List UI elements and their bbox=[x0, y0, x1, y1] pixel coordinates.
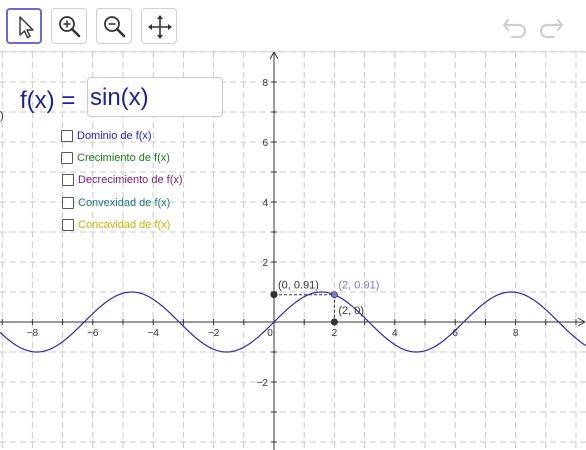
checkbox-label: Concavidad de f(x) bbox=[78, 219, 171, 231]
y-tick-label: 2 bbox=[262, 258, 268, 269]
point-label: (2, 0.91) bbox=[338, 280, 379, 292]
zoom-out-icon bbox=[104, 16, 126, 38]
point-label: (0, 0.91) bbox=[278, 280, 319, 292]
checkbox-label: Decrecimiento de f(x) bbox=[78, 174, 183, 186]
checkbox-label: Crecimiento de f(x) bbox=[77, 152, 170, 164]
checkbox-row[interactable]: Concavidad de f(x) bbox=[62, 217, 170, 233]
graph-point[interactable] bbox=[330, 291, 338, 299]
graph-point[interactable] bbox=[330, 318, 338, 326]
x-tick-label: 4 bbox=[392, 328, 398, 339]
move-view-button[interactable] bbox=[141, 8, 177, 44]
checkbox-label: Dominio de f(x) bbox=[77, 130, 152, 142]
function-label: f(x) = bbox=[20, 87, 76, 114]
function-definition: f(x) = bbox=[20, 84, 75, 118]
zoom-in-button[interactable] bbox=[51, 8, 87, 44]
y-tick-label: 8 bbox=[262, 78, 268, 89]
x-tick-label: 8 bbox=[513, 328, 519, 339]
x-tick-label: −6 bbox=[87, 328, 99, 339]
y-tick-label: −2 bbox=[257, 378, 269, 389]
checkbox[interactable] bbox=[62, 174, 74, 186]
x-tick-label: 2 bbox=[332, 328, 338, 339]
checkbox[interactable] bbox=[61, 130, 73, 142]
undo-icon[interactable] bbox=[500, 12, 530, 40]
graph-point[interactable] bbox=[270, 291, 278, 299]
truncated-text: ) bbox=[0, 110, 4, 122]
zoom-in-icon bbox=[59, 16, 81, 38]
arrow-pointer-icon bbox=[19, 16, 34, 39]
x-tick-label: −4 bbox=[147, 328, 159, 339]
checkbox-row[interactable]: Dominio de f(x) bbox=[61, 128, 152, 144]
x-tick-label: 0 bbox=[267, 328, 273, 339]
checkbox[interactable] bbox=[62, 219, 74, 231]
checkbox-row[interactable]: Crecimiento de f(x) bbox=[61, 150, 170, 166]
y-tick-label: 4 bbox=[262, 198, 268, 209]
checkbox-row[interactable]: Decrecimiento de f(x) bbox=[62, 172, 183, 188]
point-label: (2, 0) bbox=[338, 305, 364, 317]
checkbox[interactable] bbox=[61, 152, 73, 164]
function-input[interactable]: sin(x) bbox=[87, 77, 223, 117]
zoom-out-button[interactable] bbox=[96, 8, 132, 44]
move-arrows-icon bbox=[148, 15, 172, 39]
x-tick-label: −2 bbox=[208, 328, 220, 339]
checkbox-row[interactable]: Convexidad de f(x) bbox=[62, 195, 170, 211]
redo-icon[interactable] bbox=[536, 12, 566, 40]
move-tool-button[interactable] bbox=[6, 8, 42, 44]
x-tick-label: −8 bbox=[27, 328, 39, 339]
checkbox[interactable] bbox=[62, 197, 74, 209]
y-tick-label: 6 bbox=[262, 138, 268, 149]
checkbox-label: Convexidad de f(x) bbox=[78, 197, 171, 209]
toolbar bbox=[0, 0, 586, 52]
